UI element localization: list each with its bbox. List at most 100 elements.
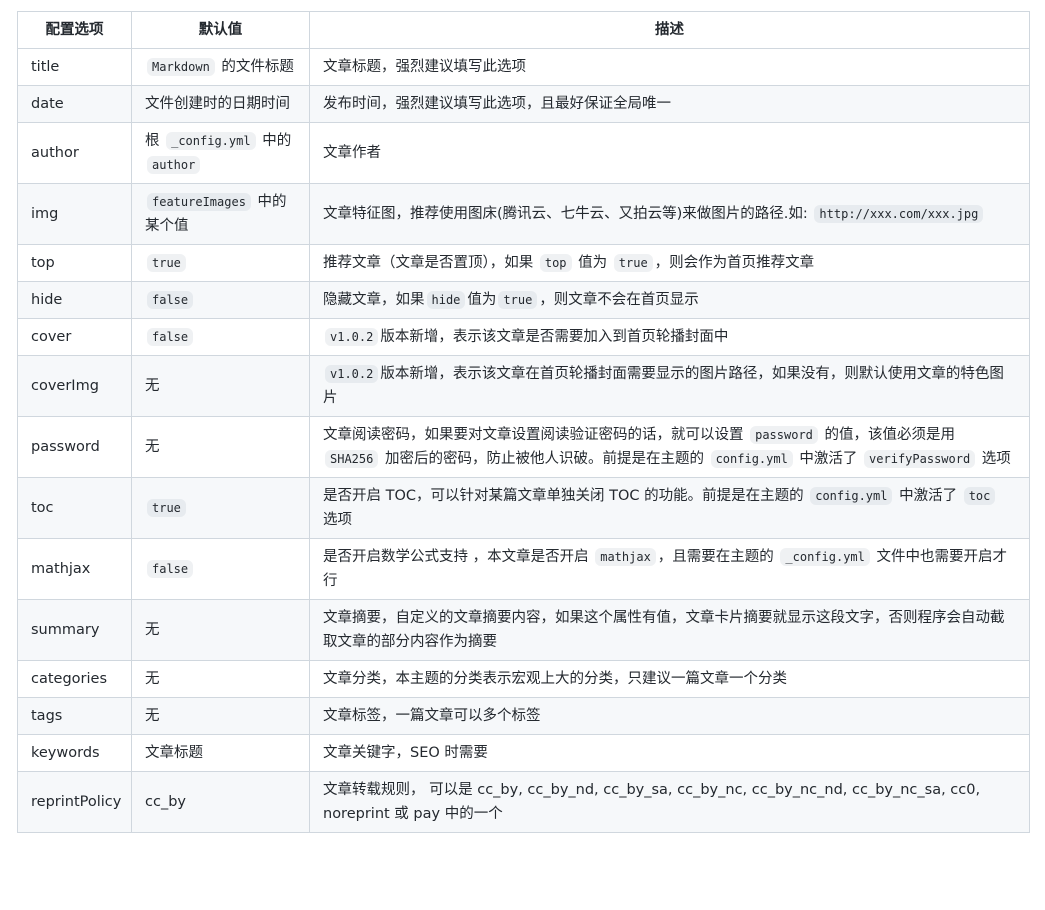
option-name-cell: categories xyxy=(17,660,132,698)
inline-code: true xyxy=(147,254,186,272)
table-row: summary 无 文章摘要，自定义的文章摘要内容，如果这个属性有值，文章卡片摘要就… xyxy=(17,599,1030,661)
table-row: reprintPolicy cc_by 文章转载规则， 可以是 cc_by, cc_… xyxy=(17,771,1030,833)
option-name-cell: date xyxy=(17,85,132,123)
cell-text: 无 xyxy=(145,378,160,394)
option-name-cell: coverImg xyxy=(17,355,132,417)
cell-text: 文章特征图，推荐使用图床(腾讯云、七牛云、又拍云等)来做图片的路径.如: xyxy=(323,206,813,222)
cell-text: 文章标题 xyxy=(145,745,203,761)
cell-text: 发布时间，强烈建议填写此选项，且最好保证全局唯一 xyxy=(323,96,671,112)
inline-code: hide xyxy=(426,291,466,309)
default-value-cell: 根 _config.yml 中的 author xyxy=(131,122,310,184)
option-name-cell: summary xyxy=(17,599,132,661)
cell-text: 版本新增，表示该文章是否需要加入到首页轮播封面中 xyxy=(380,329,729,345)
inline-code: config.yml xyxy=(710,450,793,468)
option-name-cell: title xyxy=(17,48,132,86)
default-value-cell: 无 xyxy=(131,697,310,735)
inline-code: false xyxy=(147,291,194,309)
cell-text: 文章标签，一篇文章可以多个标签 xyxy=(323,708,541,724)
default-value-cell: 文章标题 xyxy=(131,734,310,772)
description-cell: 是否开启数学公式支持 ，本文章是否开启 mathjax ，且需要在主题的 _con… xyxy=(309,538,1030,600)
default-value-cell: 无 xyxy=(131,599,310,661)
header-description: 描述 xyxy=(309,11,1030,49)
description-cell: 文章摘要，自定义的文章摘要内容，如果这个属性有值，文章卡片摘要就显示这段文字，否… xyxy=(309,599,1030,661)
description-cell: 是否开启 TOC，可以针对某篇文章单独关闭 TOC 的功能。前提是在主题的 co… xyxy=(309,477,1030,539)
cell-text: 值为 xyxy=(467,292,497,308)
table-row: password 无 文章阅读密码，如果要对文章设置阅读验证密码的话，就可以设置 p… xyxy=(17,416,1030,478)
table-header-row: 配置选项 默认值 描述 xyxy=(17,11,1030,49)
inline-code: password xyxy=(750,426,818,444)
description-cell: 隐藏文章，如果 hide 值为 true ，则文章不会在首页显示 xyxy=(309,281,1030,319)
description-cell: 文章分类，本主题的分类表示宏观上大的分类，只建议一篇文章一个分类 xyxy=(309,660,1030,698)
option-name-cell: cover xyxy=(17,318,132,356)
default-value-cell: cc_by xyxy=(131,771,310,833)
header-default: 默认值 xyxy=(131,11,310,49)
cell-text: 是否开启数学公式支持 ，本文章是否开启 xyxy=(323,549,594,565)
description-cell: 文章阅读密码，如果要对文章设置阅读验证密码的话，就可以设置 password 的… xyxy=(309,416,1030,478)
table-row: keywords 文章标题 文章关键字，SEO 时需要 xyxy=(17,734,1030,772)
cell-text: 根 xyxy=(145,133,165,149)
cell-text: 无 xyxy=(145,622,160,638)
table-row: author 根 _config.yml 中的 author 文章作者 xyxy=(17,122,1030,184)
inline-code: config.yml xyxy=(810,487,893,505)
table-row: img featureImages 中的某个值 文章特征图，推荐使用图床(腾讯云、七… xyxy=(17,183,1030,245)
default-value-cell: Markdown 的文件标题 xyxy=(131,48,310,86)
default-value-cell: false xyxy=(131,538,310,600)
front-matter-config-table: 配置选项 默认值 描述 title Markdown 的文件标题 文章标题，强烈建议… xyxy=(17,11,1030,833)
table-body: title Markdown 的文件标题 文章标题，强烈建议填写此选项 date 文件创… xyxy=(17,48,1030,833)
cell-text: 选项 xyxy=(323,512,352,528)
inline-code: _config.yml xyxy=(780,548,870,566)
option-name-cell: img xyxy=(17,183,132,245)
default-value-cell: 文件创建时的日期时间 xyxy=(131,85,310,123)
table-row: toc true 是否开启 TOC，可以针对某篇文章单独关闭 TOC 的功能。前提是… xyxy=(17,477,1030,539)
description-cell: 文章标题，强烈建议填写此选项 xyxy=(309,48,1030,86)
cell-text: 无 xyxy=(145,708,160,724)
option-name-cell: keywords xyxy=(17,734,132,772)
cell-text: 中激活了 xyxy=(794,451,863,467)
option-name-cell: author xyxy=(17,122,132,184)
cell-text: 无 xyxy=(145,671,160,687)
config-table-container: 配置选项 默认值 描述 title Markdown 的文件标题 文章标题，强烈建议… xyxy=(17,11,1030,833)
cell-text: 中激活了 xyxy=(894,488,962,504)
option-name-cell: reprintPolicy xyxy=(17,771,132,833)
cell-text: 文章摘要，自定义的文章摘要内容，如果这个属性有值，文章卡片摘要就显示这段文字，否… xyxy=(323,610,1005,650)
cell-text: 无 xyxy=(145,439,160,455)
cell-text: 隐藏文章，如果 xyxy=(323,292,425,308)
inline-code: true xyxy=(147,499,186,517)
description-cell: 文章转载规则， 可以是 cc_by, cc_by_nd, cc_by_sa, c… xyxy=(309,771,1030,833)
cell-text: 文章标题，强烈建议填写此选项 xyxy=(323,59,526,75)
cell-text: 的文件标题 xyxy=(216,59,294,75)
inline-code: featureImages xyxy=(147,193,251,211)
inline-code: author xyxy=(147,156,201,174)
inline-code: _config.yml xyxy=(166,132,256,150)
cell-text: 选项 xyxy=(977,451,1011,467)
default-value-cell: false xyxy=(131,281,310,319)
description-cell: 发布时间，强烈建议填写此选项，且最好保证全局唯一 xyxy=(309,85,1030,123)
cell-text: 推荐文章（文章是否置顶），如果 xyxy=(323,255,538,271)
default-value-cell: 无 xyxy=(131,416,310,478)
inline-code: false xyxy=(147,328,194,346)
description-cell: 文章关键字，SEO 时需要 xyxy=(309,734,1030,772)
inline-code: false xyxy=(147,560,194,578)
cell-text: 文章转载规则， 可以是 cc_by, cc_by_nd, cc_by_sa, c… xyxy=(323,782,981,822)
default-value-cell: true xyxy=(131,477,310,539)
inline-code: v1.0.2 xyxy=(325,365,379,383)
inline-code: top xyxy=(539,254,572,272)
description-cell: 文章作者 xyxy=(309,122,1030,184)
table-row: mathjax false 是否开启数学公式支持 ，本文章是否开启 mathjax，… xyxy=(17,538,1030,600)
table-row: top true 推荐文章（文章是否置顶），如果 top 值为 true ，则会作为首… xyxy=(17,244,1030,282)
default-value-cell: false xyxy=(131,318,310,356)
inline-code: http://xxx.com/xxx.jpg xyxy=(814,205,984,223)
table-row: tags 无 文章标签，一篇文章可以多个标签 xyxy=(17,697,1030,735)
cell-text: ，则文章不会在首页显示 xyxy=(539,292,699,308)
option-name-cell: top xyxy=(17,244,132,282)
cell-text: 中的 xyxy=(257,133,292,149)
cell-text: 值为 xyxy=(573,255,612,271)
cell-text: 版本新增，表示该文章在首页轮播封面需要显示的图片路径，如果没有，则默认使用文章的… xyxy=(323,366,1004,406)
table-row: hide false 隐藏文章，如果 hide 值为 true ，则文章不会在首页显示 xyxy=(17,281,1030,319)
option-name-cell: mathjax xyxy=(17,538,132,600)
cell-text: cc_by xyxy=(145,794,186,810)
cell-text: 文章阅读密码，如果要对文章设置阅读验证密码的话，就可以设置 xyxy=(323,427,749,443)
cell-text: ，则会作为首页推荐文章 xyxy=(654,255,815,271)
inline-code: SHA256 xyxy=(325,450,379,468)
cell-text: 文章作者 xyxy=(323,145,381,161)
